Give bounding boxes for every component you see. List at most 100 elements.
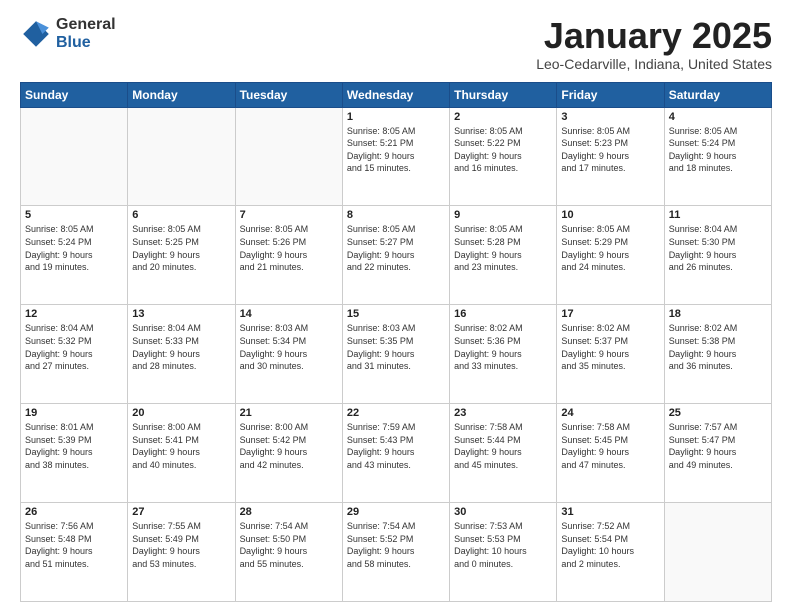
calendar-cell: 12 Sunrise: 8:04 AM Sunset: 5:32 PM Dayli… <box>21 305 128 404</box>
day-info: Sunrise: 8:04 AM Sunset: 5:30 PM Dayligh… <box>669 223 767 273</box>
calendar-cell: 23Sunrise: 7:58 AM Sunset: 5:44 PM Dayli… <box>450 404 557 503</box>
day-info: Sunrise: 8:02 AM Sunset: 5:38 PM Dayligh… <box>669 322 767 372</box>
day-number: 25 <box>669 407 767 419</box>
calendar-header-thursday: Thursday <box>450 82 557 107</box>
day-info: Sunrise: 8:00 AM Sunset: 5:41 PM Dayligh… <box>132 421 230 471</box>
day-number: 19 <box>25 407 123 419</box>
day-number: 17 <box>561 308 659 320</box>
day-info: Sunrise: 8:05 AM Sunset: 5:24 PM Dayligh… <box>669 125 767 175</box>
day-number: 10 <box>561 209 659 221</box>
title-block: January 2025 Leo-Cedarville, Indiana, Un… <box>536 16 772 72</box>
calendar-cell: 30 Sunrise: 7:53 AM Sunset: 5:53 PM Dayli… <box>450 503 557 602</box>
calendar-cell <box>235 107 342 206</box>
calendar-cell: 2Sunrise: 8:05 AM Sunset: 5:22 PM Daylig… <box>450 107 557 206</box>
calendar-header-row: SundayMondayTuesdayWednesdayThursdayFrid… <box>21 82 772 107</box>
header: General Blue January 2025 Leo-Cedarville… <box>20 16 772 72</box>
day-number: 18 <box>669 308 767 320</box>
calendar-header-sunday: Sunday <box>21 82 128 107</box>
calendar-cell: 28 Sunrise: 7:54 AM Sunset: 5:50 PM Dayli… <box>235 503 342 602</box>
logo-text: General Blue <box>56 16 116 51</box>
calendar-header-tuesday: Tuesday <box>235 82 342 107</box>
calendar-cell: 29 Sunrise: 7:54 AM Sunset: 5:52 PM Dayli… <box>342 503 449 602</box>
day-number: 9 <box>454 209 552 221</box>
calendar-cell: 24 Sunrise: 7:58 AM Sunset: 5:45 PM Dayli… <box>557 404 664 503</box>
calendar-cell: 18 Sunrise: 8:02 AM Sunset: 5:38 PM Dayli… <box>664 305 771 404</box>
logo-icon <box>20 18 52 50</box>
day-number: 11 <box>669 209 767 221</box>
calendar-cell: 10Sunrise: 8:05 AM Sunset: 5:29 PM Dayli… <box>557 206 664 305</box>
day-number: 4 <box>669 111 767 123</box>
day-number: 26 <box>25 506 123 518</box>
calendar-cell <box>128 107 235 206</box>
calendar-week-4: 19 Sunrise: 8:01 AM Sunset: 5:39 PM Dayli… <box>21 404 772 503</box>
day-info: Sunrise: 8:04 AM Sunset: 5:33 PM Dayligh… <box>132 322 230 372</box>
day-info: Sunrise: 7:53 AM Sunset: 5:53 PM Dayligh… <box>454 520 552 570</box>
day-number: 15 <box>347 308 445 320</box>
day-number: 14 <box>240 308 338 320</box>
calendar-header-friday: Friday <box>557 82 664 107</box>
day-info: Sunrise: 8:04 AM Sunset: 5:32 PM Dayligh… <box>25 322 123 372</box>
day-info: Sunrise: 7:58 AM Sunset: 5:45 PM Dayligh… <box>561 421 659 471</box>
day-number: 28 <box>240 506 338 518</box>
day-number: 8 <box>347 209 445 221</box>
calendar-cell: 5Sunrise: 8:05 AM Sunset: 5:24 PM Daylig… <box>21 206 128 305</box>
logo: General Blue <box>20 16 116 51</box>
day-number: 27 <box>132 506 230 518</box>
calendar-cell: 14Sunrise: 8:03 AM Sunset: 5:34 PM Dayli… <box>235 305 342 404</box>
calendar-cell: 26Sunrise: 7:56 AM Sunset: 5:48 PM Dayli… <box>21 503 128 602</box>
day-number: 13 <box>132 308 230 320</box>
calendar-week-3: 12 Sunrise: 8:04 AM Sunset: 5:32 PM Dayli… <box>21 305 772 404</box>
day-number: 23 <box>454 407 552 419</box>
day-info: Sunrise: 8:05 AM Sunset: 5:25 PM Dayligh… <box>132 223 230 273</box>
calendar-cell: 6 Sunrise: 8:05 AM Sunset: 5:25 PM Daylig… <box>128 206 235 305</box>
calendar-cell: 4 Sunrise: 8:05 AM Sunset: 5:24 PM Daylig… <box>664 107 771 206</box>
day-number: 29 <box>347 506 445 518</box>
calendar-cell: 7Sunrise: 8:05 AM Sunset: 5:26 PM Daylig… <box>235 206 342 305</box>
calendar-header-wednesday: Wednesday <box>342 82 449 107</box>
calendar-week-5: 26Sunrise: 7:56 AM Sunset: 5:48 PM Dayli… <box>21 503 772 602</box>
calendar-cell <box>664 503 771 602</box>
calendar-cell: 21 Sunrise: 8:00 AM Sunset: 5:42 PM Dayli… <box>235 404 342 503</box>
calendar-table: SundayMondayTuesdayWednesdayThursdayFrid… <box>20 82 772 602</box>
day-info: Sunrise: 7:57 AM Sunset: 5:47 PM Dayligh… <box>669 421 767 471</box>
calendar-week-2: 5Sunrise: 8:05 AM Sunset: 5:24 PM Daylig… <box>21 206 772 305</box>
calendar-header-monday: Monday <box>128 82 235 107</box>
logo-blue-text: Blue <box>56 34 116 52</box>
day-info: Sunrise: 8:02 AM Sunset: 5:36 PM Dayligh… <box>454 322 552 372</box>
calendar-cell: 17 Sunrise: 8:02 AM Sunset: 5:37 PM Dayli… <box>557 305 664 404</box>
day-info: Sunrise: 8:05 AM Sunset: 5:24 PM Dayligh… <box>25 223 123 273</box>
day-number: 22 <box>347 407 445 419</box>
day-info: Sunrise: 8:05 AM Sunset: 5:28 PM Dayligh… <box>454 223 552 273</box>
calendar-cell: 9 Sunrise: 8:05 AM Sunset: 5:28 PM Daylig… <box>450 206 557 305</box>
calendar-cell: 27Sunrise: 7:55 AM Sunset: 5:49 PM Dayli… <box>128 503 235 602</box>
calendar-cell: 8 Sunrise: 8:05 AM Sunset: 5:27 PM Daylig… <box>342 206 449 305</box>
day-info: Sunrise: 7:59 AM Sunset: 5:43 PM Dayligh… <box>347 421 445 471</box>
logo-general-text: General <box>56 16 116 34</box>
day-number: 24 <box>561 407 659 419</box>
day-number: 2 <box>454 111 552 123</box>
day-info: Sunrise: 7:54 AM Sunset: 5:52 PM Dayligh… <box>347 520 445 570</box>
calendar-cell: 11 Sunrise: 8:04 AM Sunset: 5:30 PM Dayli… <box>664 206 771 305</box>
calendar-cell: 1Sunrise: 8:05 AM Sunset: 5:21 PM Daylig… <box>342 107 449 206</box>
calendar-cell: 15 Sunrise: 8:03 AM Sunset: 5:35 PM Dayli… <box>342 305 449 404</box>
day-info: Sunrise: 8:02 AM Sunset: 5:37 PM Dayligh… <box>561 322 659 372</box>
day-number: 20 <box>132 407 230 419</box>
page: General Blue January 2025 Leo-Cedarville… <box>0 0 792 612</box>
day-info: Sunrise: 8:05 AM Sunset: 5:27 PM Dayligh… <box>347 223 445 273</box>
day-number: 6 <box>132 209 230 221</box>
day-info: Sunrise: 7:54 AM Sunset: 5:50 PM Dayligh… <box>240 520 338 570</box>
day-info: Sunrise: 8:01 AM Sunset: 5:39 PM Dayligh… <box>25 421 123 471</box>
day-info: Sunrise: 8:00 AM Sunset: 5:42 PM Dayligh… <box>240 421 338 471</box>
day-info: Sunrise: 8:03 AM Sunset: 5:35 PM Dayligh… <box>347 322 445 372</box>
day-number: 7 <box>240 209 338 221</box>
day-number: 1 <box>347 111 445 123</box>
day-info: Sunrise: 8:05 AM Sunset: 5:23 PM Dayligh… <box>561 125 659 175</box>
calendar-week-1: 1Sunrise: 8:05 AM Sunset: 5:21 PM Daylig… <box>21 107 772 206</box>
calendar-cell: 16 Sunrise: 8:02 AM Sunset: 5:36 PM Dayli… <box>450 305 557 404</box>
day-number: 12 <box>25 308 123 320</box>
month-title: January 2025 <box>536 16 772 56</box>
day-number: 16 <box>454 308 552 320</box>
location-title: Leo-Cedarville, Indiana, United States <box>536 56 772 72</box>
day-number: 21 <box>240 407 338 419</box>
day-number: 30 <box>454 506 552 518</box>
